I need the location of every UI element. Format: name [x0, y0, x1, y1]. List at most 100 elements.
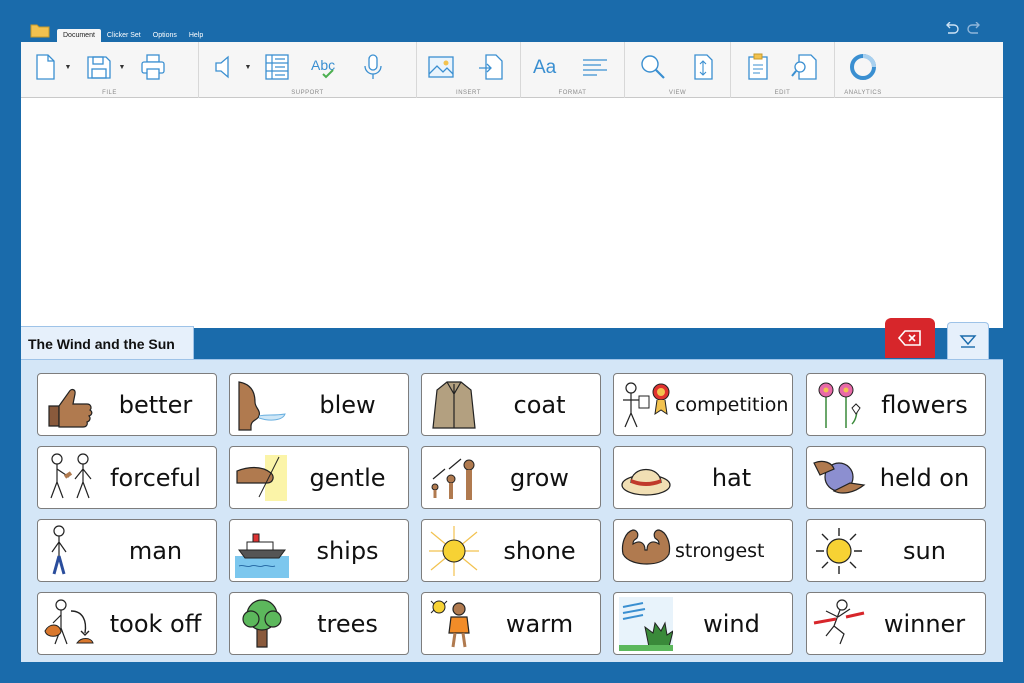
microphone-icon	[364, 54, 382, 79]
speak-dropdown[interactable]: ▼	[243, 50, 253, 84]
new-document-icon	[36, 54, 55, 80]
blowing-face-icon	[238, 380, 286, 431]
tab-clicker-set[interactable]: Clicker Set	[101, 29, 147, 42]
took-off-icon	[44, 598, 94, 644]
tab-options[interactable]: Options	[147, 29, 183, 42]
paste-icon	[748, 53, 768, 80]
word-cell[interactable]: man	[37, 519, 217, 582]
word-cell[interactable]: grow	[421, 446, 601, 509]
winner-icon	[813, 598, 865, 644]
menu-bar: Document Clicker Set Options Help	[57, 29, 209, 42]
word-cell[interactable]: gentle	[229, 446, 409, 509]
ribbon-group-file: ▼ ▼ FILE	[21, 42, 199, 98]
spellcheck-button[interactable]: Abc	[307, 50, 343, 84]
predictor-button[interactable]	[259, 50, 295, 84]
word-cell[interactable]: competition	[613, 373, 793, 436]
list-icon	[265, 54, 289, 80]
word-label: held on	[879, 463, 970, 492]
ribbon-group-view: VIEW	[625, 42, 731, 98]
folder-icon[interactable]	[30, 22, 50, 38]
word-cell[interactable]: forceful	[37, 446, 217, 509]
speak-button[interactable]	[207, 50, 243, 84]
new-document-dropdown[interactable]: ▼	[63, 50, 73, 84]
ribbon-group-insert: INSERT	[417, 42, 521, 98]
insert-file-icon	[479, 54, 503, 80]
tab-help[interactable]: Help	[183, 29, 209, 42]
ribbon-group-label: FORMAT	[558, 90, 587, 96]
word-label: trees	[317, 609, 378, 638]
word-cell[interactable]: coat	[421, 373, 601, 436]
word-cell[interactable]: held on	[806, 446, 986, 509]
zoom-button[interactable]	[635, 50, 671, 84]
word-cell[interactable]: hat	[613, 446, 793, 509]
page-size-button[interactable]	[685, 50, 721, 84]
paragraph-button[interactable]	[577, 50, 613, 84]
word-label: grow	[510, 463, 569, 492]
tree-icon	[242, 598, 282, 648]
word-label: better	[118, 390, 193, 419]
competition-icon	[623, 381, 670, 427]
document-editor[interactable]	[21, 98, 1003, 328]
find-button[interactable]	[787, 50, 823, 84]
font-icon: Aa	[533, 57, 557, 78]
thumbs-up-icon	[48, 388, 93, 428]
word-cell[interactable]: took off	[37, 592, 217, 655]
print-button[interactable]	[135, 50, 171, 84]
word-cell[interactable]: shone	[421, 519, 601, 582]
ribbon-group-format: Aa FORMAT	[521, 42, 625, 98]
warm-person-icon	[430, 600, 470, 647]
save-button[interactable]	[81, 50, 117, 84]
new-document-button[interactable]	[27, 50, 63, 84]
coat-icon	[432, 380, 476, 429]
forceful-icon	[50, 452, 92, 498]
save-dropdown[interactable]: ▼	[117, 50, 127, 84]
word-cell[interactable]: trees	[229, 592, 409, 655]
image-icon	[428, 56, 454, 78]
word-label: hat	[711, 463, 752, 492]
word-label: strongest	[675, 539, 765, 562]
analytics-icon	[850, 54, 876, 80]
collapse-button[interactable]	[947, 322, 989, 359]
word-label: warm	[505, 609, 574, 638]
word-cell[interactable]: better	[37, 373, 217, 436]
held-on-icon	[813, 460, 866, 494]
paragraph-icon	[583, 59, 607, 76]
delete-button[interactable]	[885, 318, 935, 358]
word-cell[interactable]: warm	[421, 592, 601, 655]
word-label: blew	[319, 390, 376, 419]
word-label: gentle	[309, 463, 386, 492]
word-cell[interactable]: sun	[806, 519, 986, 582]
redo-icon[interactable]	[966, 22, 982, 36]
word-label: wind	[703, 609, 760, 638]
svg-text:Aa: Aa	[533, 57, 557, 78]
font-button[interactable]: Aa	[529, 50, 565, 84]
word-cell[interactable]: ships	[229, 519, 409, 582]
zoom-icon	[641, 55, 665, 79]
speaker-icon	[215, 55, 229, 79]
word-cell[interactable]: winner	[806, 592, 986, 655]
word-cell[interactable]: flowers	[806, 373, 986, 436]
ribbon-group-label: INSERT	[456, 90, 481, 96]
find-icon	[791, 54, 817, 80]
word-label: competition	[675, 393, 789, 416]
hat-icon	[621, 468, 671, 496]
tab-document[interactable]: Document	[57, 29, 101, 42]
insert-image-button[interactable]	[423, 50, 459, 84]
word-label: flowers	[881, 390, 968, 419]
dictation-button[interactable]	[355, 50, 391, 84]
word-cell[interactable]: wind	[613, 592, 793, 655]
wind-icon	[619, 596, 673, 651]
undo-icon[interactable]	[944, 22, 960, 36]
paste-button[interactable]	[741, 50, 777, 84]
word-cell[interactable]: blew	[229, 373, 409, 436]
backspace-icon	[897, 330, 921, 346]
print-icon	[141, 54, 165, 80]
word-cell[interactable]: strongest	[613, 519, 793, 582]
word-label: shone	[503, 536, 576, 565]
grow-icon	[431, 458, 475, 500]
ribbon-group-label: ANALYTICS	[844, 90, 882, 96]
analytics-button[interactable]	[845, 50, 881, 84]
insert-file-button[interactable]	[473, 50, 509, 84]
word-label: sun	[903, 536, 946, 565]
clicker-grid: better blew coat competition flowers for…	[21, 359, 1003, 662]
